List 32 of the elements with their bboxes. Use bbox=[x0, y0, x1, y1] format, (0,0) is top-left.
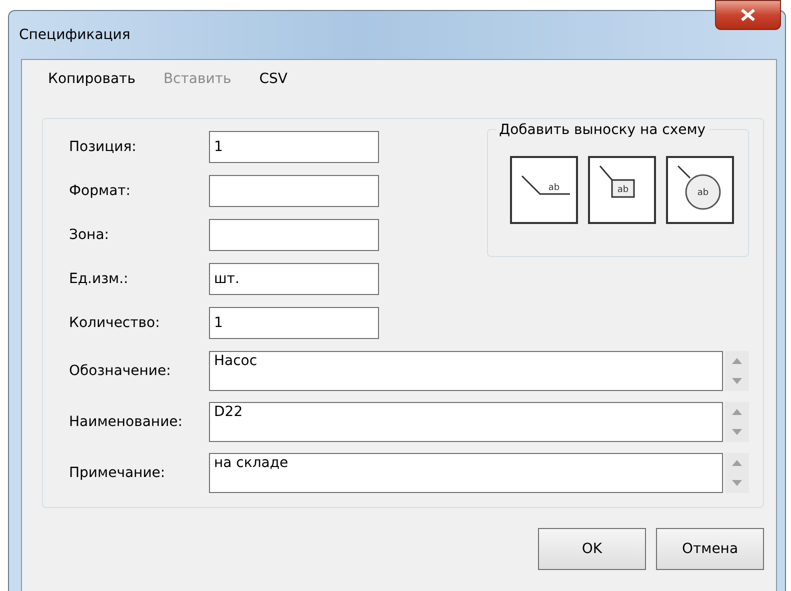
scroll-down-icon[interactable] bbox=[732, 429, 742, 435]
text-area[interactable]: на складе bbox=[209, 453, 723, 493]
scroll-up-icon[interactable] bbox=[732, 409, 742, 415]
text-area[interactable]: D22 bbox=[209, 402, 723, 442]
scroll-up-icon[interactable] bbox=[732, 460, 742, 466]
text-area[interactable]: Насос bbox=[209, 351, 723, 391]
field-label: Формат: bbox=[68, 182, 132, 200]
scrollbar[interactable] bbox=[725, 453, 749, 493]
window-title: Спецификация bbox=[19, 26, 130, 44]
input-field[interactable]: 1 bbox=[209, 307, 379, 339]
field-label: Обозначение: bbox=[68, 362, 172, 380]
dialog-button[interactable]: OK bbox=[538, 528, 646, 570]
field-label: Количество: bbox=[68, 314, 161, 332]
input-field[interactable]: шт. bbox=[209, 263, 379, 295]
field-label: Примечание: bbox=[68, 464, 166, 482]
input-field[interactable] bbox=[209, 219, 379, 251]
scroll-down-icon[interactable] bbox=[732, 378, 742, 384]
field-label: Наименование: bbox=[68, 412, 184, 432]
input-field[interactable] bbox=[209, 175, 379, 207]
close-icon bbox=[740, 9, 756, 21]
field-label: Ед.изм.: bbox=[68, 270, 130, 288]
input-field[interactable]: 1 bbox=[209, 131, 379, 163]
scrollbar[interactable] bbox=[725, 402, 749, 442]
menu-item[interactable]: CSV bbox=[247, 66, 300, 92]
field-label: Позиция: bbox=[68, 138, 138, 156]
scroll-up-icon[interactable] bbox=[732, 358, 742, 364]
scrollbar[interactable] bbox=[725, 351, 749, 391]
dialog-button[interactable]: Отмена bbox=[656, 528, 764, 570]
scroll-down-icon[interactable] bbox=[732, 480, 742, 486]
field-label: Зона: bbox=[68, 226, 110, 244]
menu-item[interactable]: Копировать bbox=[36, 66, 148, 92]
close-button[interactable] bbox=[715, 0, 781, 30]
